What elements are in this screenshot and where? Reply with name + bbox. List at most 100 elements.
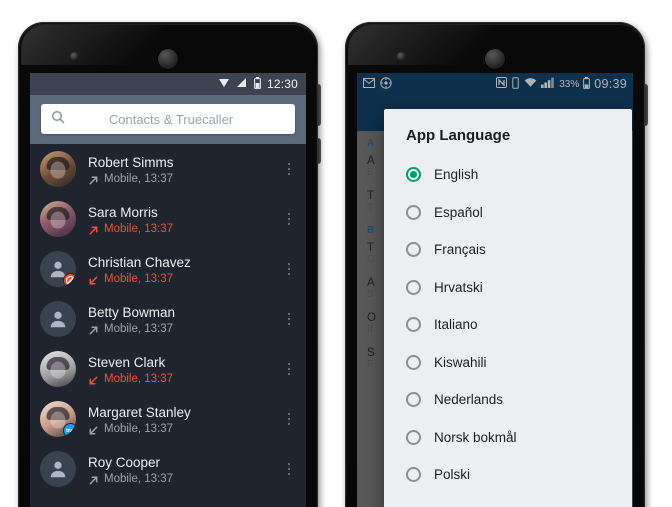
avatar <box>40 451 76 487</box>
language-label: English <box>434 167 479 183</box>
language-option[interactable]: Italiano <box>406 306 610 344</box>
wifi-icon <box>218 77 230 91</box>
radio-button-icon[interactable] <box>406 317 421 333</box>
avatar: true <box>40 401 76 437</box>
volume-button[interactable] <box>317 138 321 164</box>
search-bar-container: Contacts & Truecaller <box>30 95 306 144</box>
language-label: Polski <box>434 467 471 483</box>
radio-button-icon[interactable] <box>406 429 421 445</box>
power-button[interactable] <box>644 84 648 126</box>
contact-row[interactable]: Steven Clark Mobile, 13:37 <box>30 344 306 394</box>
overflow-menu-icon[interactable] <box>278 157 300 182</box>
signal-icon <box>236 77 248 91</box>
contact-meta: Betty Bowman Mobile, 13:37 <box>88 304 278 335</box>
incoming-call-icon <box>88 373 99 385</box>
contact-detail: Mobile, 13:37 <box>104 472 174 485</box>
radio-button-icon[interactable] <box>406 392 421 408</box>
search-placeholder: Contacts & Truecaller <box>108 111 234 127</box>
overflow-menu-icon[interactable] <box>278 407 300 432</box>
radio-button-icon[interactable] <box>406 204 421 220</box>
screen-left: 12:30 Contacts & Truecaller Robert Simms… <box>30 73 306 507</box>
contact-subtitle: Mobile, 13:37 <box>88 173 278 185</box>
language-option[interactable]: Español <box>406 194 610 232</box>
language-option[interactable]: Polski <box>406 456 610 494</box>
front-camera-icon <box>397 52 406 61</box>
truecaller-verified-badge-icon: true <box>63 423 76 437</box>
contact-subtitle: Mobile, 13:37 <box>88 423 278 435</box>
radio-button-icon[interactable] <box>406 467 421 483</box>
contact-subtitle: Mobile, 13:37 <box>88 373 278 385</box>
contact-detail: Mobile, 13:37 <box>104 272 174 285</box>
outgoing-call-icon <box>88 473 99 485</box>
language-label: Nederlands <box>434 392 504 408</box>
earpiece-speaker-icon <box>484 48 506 70</box>
contact-detail: Mobile, 13:37 <box>104 322 174 335</box>
blocked-badge-icon <box>63 273 76 287</box>
avatar <box>40 201 76 237</box>
language-option[interactable]: Nederlands <box>406 381 610 419</box>
power-button[interactable] <box>317 84 321 126</box>
avatar <box>40 301 76 337</box>
contact-subtitle: Mobile, 13:37 <box>88 273 278 285</box>
outgoing-call-icon <box>88 223 99 235</box>
language-option[interactable]: Hrvatski <box>406 269 610 307</box>
contact-subtitle: Mobile, 13:37 <box>88 323 278 335</box>
overflow-menu-icon[interactable] <box>278 357 300 382</box>
contact-meta: Robert Simms Mobile, 13:37 <box>88 154 278 185</box>
radio-button-icon[interactable] <box>406 279 421 295</box>
radio-button-icon[interactable] <box>406 242 421 258</box>
radio-button-icon[interactable] <box>406 167 421 183</box>
contact-meta: Sara Morris Mobile, 13:37 <box>88 204 278 235</box>
language-option-list[interactable]: English Español Français Hrvatski Italiano Ki… <box>384 156 632 494</box>
contact-name: Sara Morris <box>88 204 158 220</box>
contact-row[interactable]: Sara Morris Mobile, 13:37 <box>30 194 306 244</box>
contact-subtitle: Mobile, 13:37 <box>88 223 278 235</box>
language-label: Norsk bokmål <box>434 429 517 445</box>
contact-row[interactable]: Robert Simms Mobile, 13:37 <box>30 144 306 194</box>
contact-subtitle: Mobile, 13:37 <box>88 473 278 485</box>
overflow-menu-icon[interactable] <box>278 307 300 332</box>
contact-meta: Christian Chavez Mobile, 13:37 <box>88 254 278 285</box>
language-option[interactable]: Norsk bokmål <box>406 419 610 457</box>
outgoing-call-icon <box>88 173 99 185</box>
language-label: Español <box>434 204 483 220</box>
language-label: Italiano <box>434 317 478 333</box>
screen-right: 33% 09:39 A A E T T B T C A S O If S F A… <box>357 73 633 507</box>
status-clock: 12:30 <box>266 77 298 91</box>
contact-row[interactable]: true Margaret Stanley Mobile, 13:37 <box>30 394 306 444</box>
contact-meta: Margaret Stanley Mobile, 13:37 <box>88 404 278 435</box>
language-label: Kiswahili <box>434 354 487 370</box>
contact-name: Robert Simms <box>88 154 174 170</box>
radio-button-icon[interactable] <box>406 354 421 370</box>
language-label: Français <box>434 242 486 258</box>
dialog-title: App Language <box>406 127 511 144</box>
language-label: Hrvatski <box>434 279 483 295</box>
contact-detail: Mobile, 13:37 <box>104 172 174 185</box>
overflow-menu-icon[interactable] <box>278 207 300 232</box>
incoming-call-icon <box>88 423 99 435</box>
avatar <box>40 251 76 287</box>
incoming-call-icon <box>88 273 99 285</box>
contact-row[interactable]: Roy Cooper Mobile, 13:37 <box>30 444 306 494</box>
phone-left: 12:30 Contacts & Truecaller Robert Simms… <box>18 22 321 507</box>
outgoing-call-icon <box>88 323 99 335</box>
contact-list[interactable]: Robert Simms Mobile, 13:37 Sara Morris Mobi… <box>30 144 306 507</box>
overflow-menu-icon[interactable] <box>278 457 300 482</box>
language-option[interactable]: Français <box>406 231 610 269</box>
language-option[interactable]: Kiswahili <box>406 344 610 382</box>
contact-detail: Mobile, 13:37 <box>104 372 174 385</box>
contact-row[interactable]: Betty Bowman Mobile, 13:37 <box>30 294 306 344</box>
avatar <box>40 351 76 387</box>
contact-detail: Mobile, 13:37 <box>104 222 174 235</box>
status-bar-left: 12:30 <box>30 73 306 95</box>
search-icon <box>51 110 65 129</box>
contact-name: Betty Bowman <box>88 304 176 320</box>
overflow-menu-icon[interactable] <box>278 257 300 282</box>
app-language-dialog: App Language English Español Français Hrvat… <box>384 109 632 507</box>
language-option[interactable]: English <box>406 156 610 194</box>
contact-row[interactable]: Christian Chavez Mobile, 13:37 <box>30 244 306 294</box>
contact-name: Roy Cooper <box>88 454 161 470</box>
contact-meta: Steven Clark Mobile, 13:37 <box>88 354 278 385</box>
search-input[interactable]: Contacts & Truecaller <box>41 104 295 134</box>
contact-name: Steven Clark <box>88 354 166 370</box>
